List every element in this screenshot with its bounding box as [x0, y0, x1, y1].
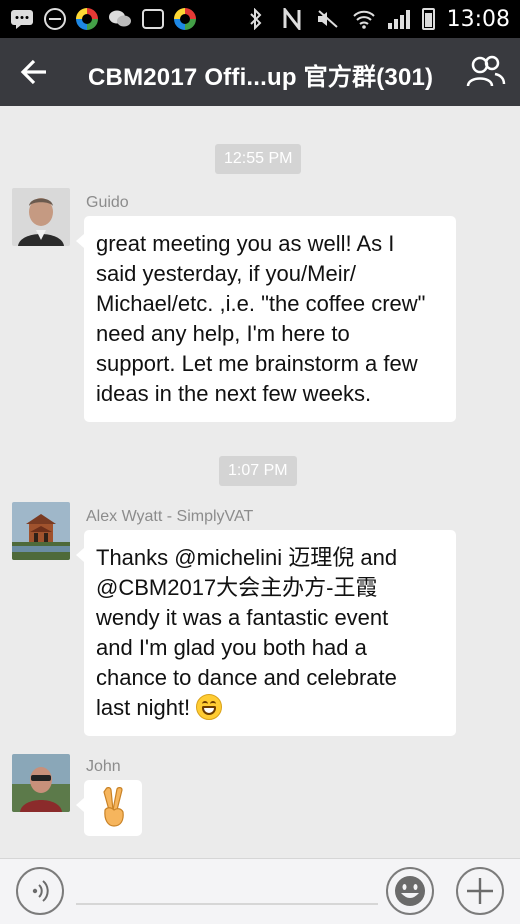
gallery-icon	[142, 9, 164, 29]
message-line: great meeting you as well! As I	[96, 231, 395, 256]
nfc-icon	[280, 8, 304, 30]
message-bubble[interactable]	[76, 780, 142, 836]
message-bubble[interactable]: great meeting you as well! As I said yes…	[76, 216, 456, 422]
emoji-button[interactable]	[386, 867, 434, 915]
colorful-app-icon	[174, 8, 196, 30]
bluetooth-icon	[244, 8, 268, 30]
emoji-icon	[395, 876, 425, 906]
input-bar	[0, 858, 520, 924]
plus-icon	[467, 878, 493, 904]
colorful-app-icon	[76, 8, 98, 30]
timestamp: 1:07 PM	[219, 456, 297, 486]
voice-input-button[interactable]	[16, 867, 64, 915]
message-bubble[interactable]: Thanks @michelini 迈理倪 and @CBM2017大会主办方-…	[76, 530, 456, 736]
mute-icon	[316, 8, 340, 30]
grinning-face-emoji	[196, 694, 223, 720]
message-input[interactable]	[76, 903, 378, 905]
sender-name: John	[86, 758, 121, 775]
timestamp: 12:55 PM	[215, 144, 302, 174]
chat-title: CBM2017 Offi...up 官方群(301)	[88, 64, 434, 91]
message-icon	[10, 8, 34, 30]
message-line: Thanks @michelini 迈理倪 and	[96, 545, 398, 570]
voice-input-icon	[32, 880, 49, 902]
message-line: and I'm glad you both had a	[96, 635, 367, 660]
message-line: ideas in the next few weeks.	[96, 381, 372, 406]
battery-icon	[421, 8, 435, 30]
block-icon	[44, 8, 66, 30]
message-line: need any help, I'm here to	[96, 321, 350, 346]
sender-name: Alex Wyatt - SimplyVAT	[86, 508, 254, 525]
message-line: @CBM2017大会主办方-王霞	[96, 575, 378, 600]
message-line: support. Let me brainstorm a few	[96, 351, 418, 376]
wechat-icon	[108, 8, 132, 30]
message-line: Michael/etc. ,i.e. "the coffee crew"	[96, 291, 426, 316]
chat-message-list[interactable]: 12:55 PM Guido great meeting you as well…	[0, 106, 520, 858]
status-time: 13:08	[446, 6, 510, 32]
message-line: said yesterday, if you/Meir/	[96, 261, 357, 286]
avatar[interactable]	[12, 188, 70, 246]
group-members-button[interactable]	[466, 54, 506, 90]
sender-name: Guido	[86, 194, 129, 211]
avatar[interactable]	[12, 502, 70, 560]
back-button[interactable]	[18, 55, 52, 89]
message-line: wendy it was a fantastic event	[96, 605, 389, 630]
arrow-left-icon	[20, 59, 46, 85]
group-members-icon	[466, 55, 506, 87]
signal-icon	[387, 9, 410, 29]
wifi-icon	[352, 8, 376, 30]
more-options-button[interactable]	[456, 867, 504, 915]
title-bar: CBM2017 Offi...up 官方群(301)	[0, 38, 520, 106]
message-line: chance to dance and celebrate	[96, 665, 397, 690]
message-line: last night!	[96, 695, 191, 720]
status-bar: 13:08	[0, 0, 520, 38]
victory-hand-emoji	[103, 787, 124, 827]
avatar[interactable]	[12, 754, 70, 812]
